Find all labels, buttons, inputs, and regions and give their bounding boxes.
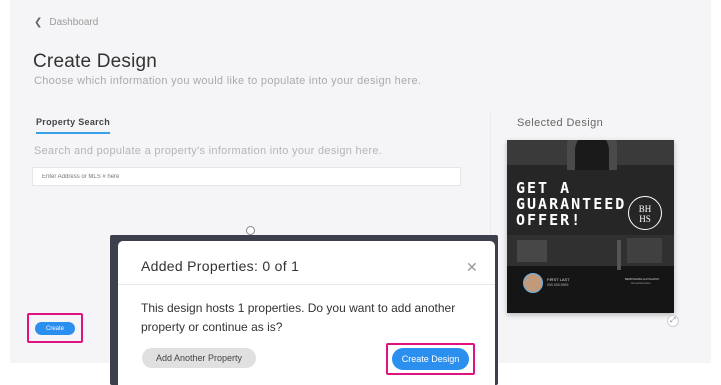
logo-text-line: HS — [639, 214, 651, 224]
selected-design-title: Selected Design — [517, 117, 604, 129]
page-title: Create Design — [33, 51, 158, 72]
breadcrumb[interactable]: ❮ Dashboard — [34, 17, 98, 28]
modal-title: Added Properties: 0 of 1 — [141, 258, 300, 274]
create-design-button-highlight: Create Design — [386, 343, 475, 375]
agent-phone: 555.555.5555 — [547, 283, 569, 287]
chevron-left-icon: ❮ — [34, 17, 43, 28]
modal-body: This design hosts 1 properties. Do you w… — [141, 301, 456, 334]
search-input[interactable] — [32, 167, 461, 186]
close-icon[interactable]: ✕ — [466, 259, 478, 276]
headline-line: OFFER! — [516, 211, 583, 229]
modal-divider — [118, 284, 495, 285]
create-button-highlight: Create — [27, 313, 83, 343]
design-preview[interactable]: GET A GUARANTEED OFFER! BH HS FIRST LAST… — [507, 140, 674, 313]
search-description: Search and populate a property's informa… — [34, 145, 383, 157]
tab-property-search[interactable]: Property Search — [36, 117, 111, 134]
add-another-property-button[interactable]: Add Another Property — [142, 348, 256, 368]
agent-name: FIRST LAST — [547, 277, 570, 282]
added-properties-modal: Added Properties: 0 of 1 ✕ This design h… — [118, 241, 495, 385]
expand-icon[interactable]: ⤢ — [667, 315, 679, 327]
brand-logo: BH HS — [628, 196, 662, 230]
avatar — [523, 273, 543, 293]
page-subtitle: Choose which information you would like … — [34, 75, 422, 87]
create-button[interactable]: Create — [35, 322, 75, 335]
logo-text-line: BH — [638, 204, 652, 214]
create-design-button[interactable]: Create Design — [392, 348, 469, 370]
loading-spinner-icon — [246, 226, 255, 235]
breadcrumb-label: Dashboard — [49, 17, 99, 28]
headline-line: GET A — [516, 179, 572, 197]
design-headline: GET A GUARANTEED OFFER! — [516, 180, 626, 228]
headline-line: GUARANTEED — [516, 195, 627, 213]
brand-line-secondary: HomeServices — [631, 281, 651, 285]
